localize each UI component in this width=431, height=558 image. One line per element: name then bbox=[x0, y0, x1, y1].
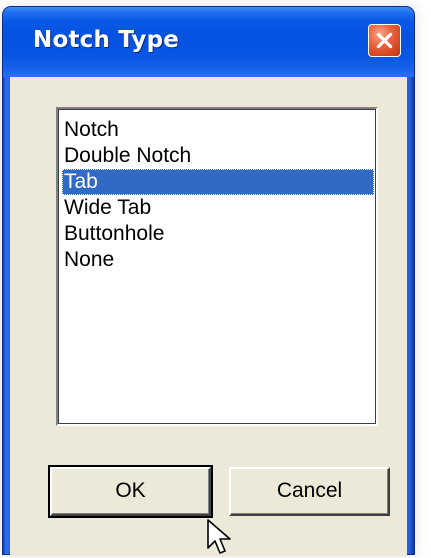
close-button[interactable] bbox=[368, 24, 401, 57]
cancel-button[interactable]: Cancel bbox=[229, 467, 390, 516]
mouse-pointer-icon bbox=[207, 519, 231, 554]
notch-type-listbox[interactable]: Notch Double Notch Tab Wide Tab Buttonho… bbox=[56, 107, 378, 426]
list-item-notch[interactable]: Notch bbox=[62, 117, 374, 143]
ok-button[interactable]: OK bbox=[48, 465, 213, 518]
list-item-wide-tab[interactable]: Wide Tab bbox=[62, 195, 374, 221]
dialog-body: Notch Double Notch Tab Wide Tab Buttonho… bbox=[10, 77, 407, 556]
close-icon bbox=[376, 32, 393, 49]
window-title: Notch Type bbox=[33, 27, 180, 53]
list-item-none[interactable]: None bbox=[62, 247, 374, 273]
list-item-buttonhole[interactable]: Buttonhole bbox=[62, 221, 374, 247]
title-bar[interactable]: Notch Type bbox=[3, 7, 414, 77]
list-item-double-notch[interactable]: Double Notch bbox=[62, 143, 374, 169]
notch-type-dialog: Notch Type Notch Double Notch Tab Wide T… bbox=[2, 6, 415, 556]
list-item-tab[interactable]: Tab bbox=[62, 169, 374, 195]
